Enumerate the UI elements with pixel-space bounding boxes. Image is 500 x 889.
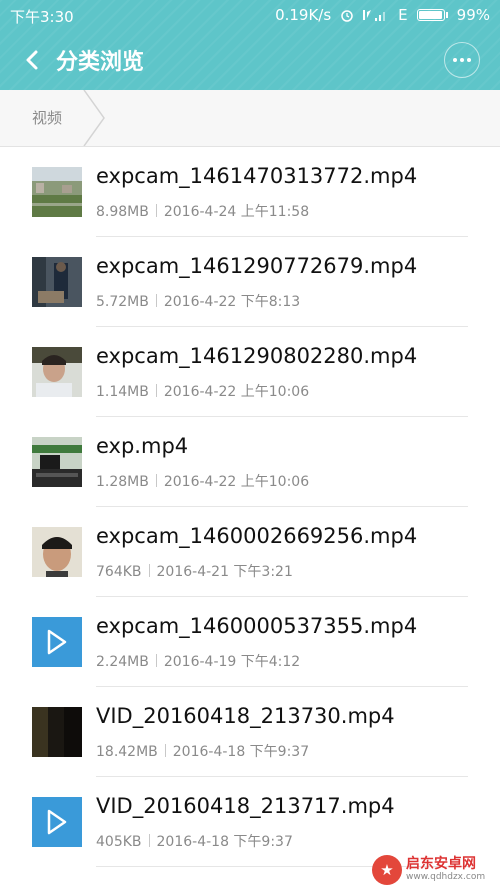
file-date: 2016-4-19 下午4:12	[163, 654, 301, 670]
alarm-icon	[340, 8, 354, 22]
network-speed: 0.19K/s	[275, 6, 332, 24]
file-size: 405KB	[96, 834, 142, 850]
file-name: exp.mp4	[96, 434, 189, 458]
video-file-icon	[32, 797, 82, 847]
watermark-url: www.qdhdzx.com	[406, 872, 486, 882]
file-meta: 2.24MB 2016-4-19 下午4:12	[96, 651, 300, 671]
file-date: 2016-4-18 下午9:37	[172, 744, 310, 760]
file-name: VID_20160418_213717.mp4	[96, 794, 395, 818]
file-size: 1.14MB	[96, 384, 149, 400]
file-name: expcam_1460000537355.mp4	[96, 614, 418, 638]
file-meta: 8.98MB 2016-4-24 上午11:58	[96, 201, 309, 221]
battery-icon	[416, 9, 448, 21]
video-thumbnail	[32, 527, 82, 577]
more-dots-icon	[453, 58, 471, 62]
status-bar: 下午3:30 0.19K/s E 99%	[0, 0, 500, 30]
file-size: 18.42MB	[96, 744, 158, 760]
video-thumbnail	[32, 437, 82, 487]
breadcrumb: 视频	[0, 90, 500, 147]
file-meta: 5.72MB 2016-4-22 下午8:13	[96, 291, 300, 311]
file-date: 2016-4-22 上午10:06	[163, 384, 310, 400]
list-item[interactable]: VID_20160418_213730.mp4 18.42MB 2016-4-18…	[0, 687, 500, 777]
file-meta: 764KB 2016-4-21 下午3:21	[96, 561, 293, 581]
signal-icon	[363, 8, 389, 22]
file-date: 2016-4-24 上午11:58	[163, 204, 310, 220]
watermark-name: 启东安卓网	[406, 856, 476, 872]
video-thumbnail	[32, 707, 82, 757]
file-date: 2016-4-21 下午3:21	[156, 564, 293, 580]
more-options-button[interactable]	[444, 42, 480, 78]
file-name: VID_20160418_213730.mp4	[96, 704, 395, 728]
list-item[interactable]: expcam_1461290802280.mp4 1.14MB 2016-4-22…	[0, 327, 500, 417]
file-meta: 405KB 2016-4-18 下午9:37	[96, 831, 293, 851]
file-name: expcam_1461290802280.mp4	[96, 344, 418, 368]
back-button[interactable]	[12, 40, 52, 80]
status-time: 下午3:30	[10, 8, 74, 26]
file-name: expcam_1460002669256.mp4	[96, 524, 418, 548]
watermark-logo-icon: ★	[372, 854, 402, 885]
list-item[interactable]: expcam_1461290772679.mp4 5.72MB 2016-4-22…	[0, 237, 500, 327]
file-size: 764KB	[96, 564, 142, 580]
file-date: 2016-4-18 下午9:37	[156, 834, 293, 850]
breadcrumb-chevron-icon	[83, 90, 105, 146]
play-icon	[47, 809, 67, 835]
video-thumbnail	[32, 167, 82, 217]
file-size: 2.24MB	[96, 654, 149, 670]
file-meta: 1.14MB 2016-4-22 上午10:06	[96, 381, 309, 401]
site-watermark: ★ 启东安卓网 www.qdhdzx.com	[372, 850, 500, 889]
file-size: 1.28MB	[96, 474, 149, 490]
file-size: 8.98MB	[96, 204, 149, 220]
file-date: 2016-4-22 下午8:13	[163, 294, 301, 310]
list-item[interactable]: expcam_1460000537355.mp4 2.24MB 2016-4-19…	[0, 597, 500, 687]
status-indicators: 0.19K/s E 99%	[266, 6, 490, 24]
file-meta: 18.42MB 2016-4-18 下午9:37	[96, 741, 309, 761]
file-name: expcam_1461290772679.mp4	[96, 254, 418, 278]
video-file-icon	[32, 617, 82, 667]
list-item[interactable]: expcam_1460002669256.mp4 764KB 2016-4-21 …	[0, 507, 500, 597]
play-icon	[47, 629, 67, 655]
file-size: 5.72MB	[96, 294, 149, 310]
network-type: E	[398, 6, 408, 24]
file-list: expcam_1461470313772.mp4 8.98MB 2016-4-24…	[0, 147, 500, 867]
app-header: 下午3:30 0.19K/s E 99% 分类浏览	[0, 0, 500, 90]
title-bar: 分类浏览	[0, 30, 500, 90]
file-name: expcam_1461470313772.mp4	[96, 164, 418, 188]
chevron-left-icon	[26, 50, 38, 70]
battery-level: 99%	[456, 6, 490, 24]
list-item[interactable]: exp.mp4 1.28MB 2016-4-22 上午10:06	[0, 417, 500, 507]
page-title: 分类浏览	[56, 50, 145, 75]
list-item[interactable]: expcam_1461470313772.mp4 8.98MB 2016-4-24…	[0, 147, 500, 237]
file-date: 2016-4-22 上午10:06	[163, 474, 310, 490]
breadcrumb-item-video[interactable]: 视频	[32, 107, 62, 128]
video-thumbnail	[32, 257, 82, 307]
video-thumbnail	[32, 347, 82, 397]
file-meta: 1.28MB 2016-4-22 上午10:06	[96, 471, 309, 491]
